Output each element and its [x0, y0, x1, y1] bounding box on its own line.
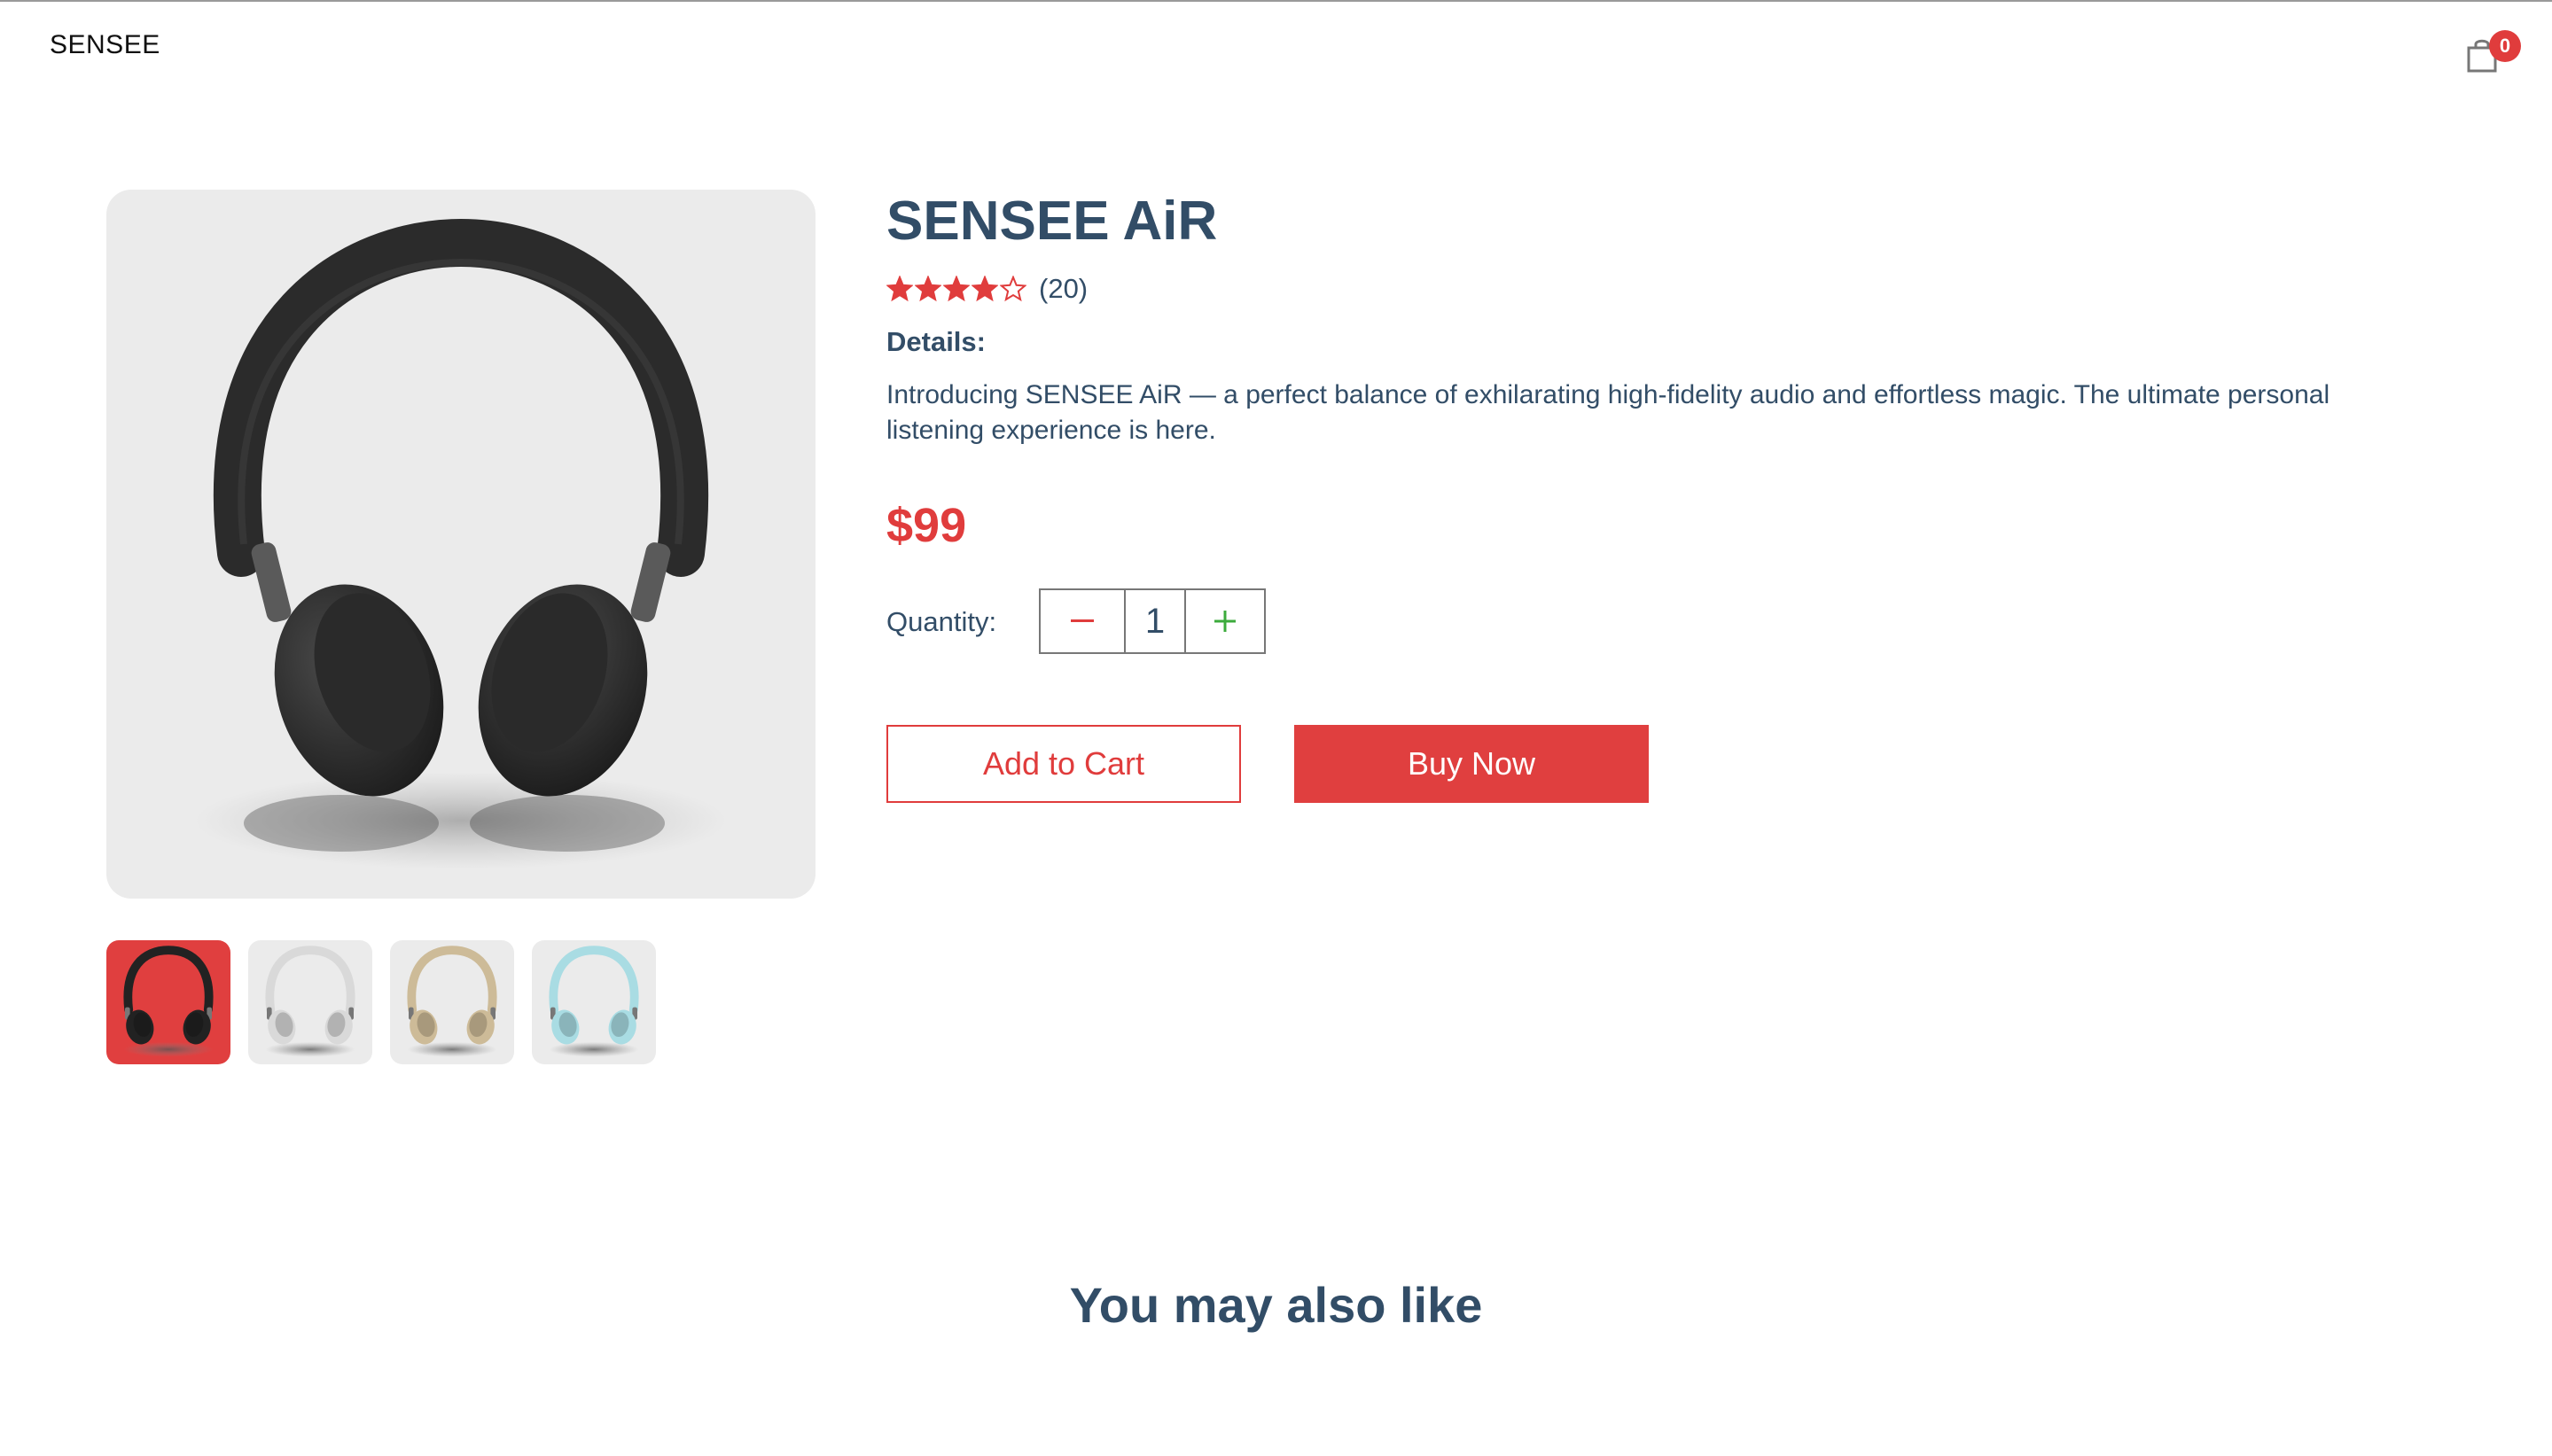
headphones-black-image [106, 940, 230, 1064]
quantity-label: Quantity: [886, 606, 997, 637]
quantity-value[interactable]: 1 [1126, 590, 1184, 652]
product-title: SENSEE AiR [886, 191, 1218, 252]
brand-logo[interactable]: SENSEE [50, 30, 160, 60]
product-main-image [106, 190, 816, 899]
details-heading: Details: [886, 326, 986, 357]
star-filled-icon [915, 276, 941, 302]
review-count[interactable]: (20) [1039, 273, 1088, 305]
cart-count-badge: 0 [2489, 30, 2521, 62]
star-filled-icon [886, 276, 913, 302]
thumbnail-beige[interactable] [390, 940, 514, 1064]
decrement-button[interactable] [1041, 590, 1126, 652]
thumbnail-light-blue[interactable] [532, 940, 656, 1064]
minus-icon [1071, 619, 1094, 622]
product-rating: (20) [886, 273, 1088, 305]
star-filled-icon [943, 276, 970, 302]
quantity-stepper: 1 [1039, 588, 1266, 654]
cart-button[interactable]: 0 [2455, 28, 2521, 82]
plus-icon [1214, 611, 1236, 632]
headphones-black-image [195, 218, 727, 869]
product-description: Introducing SENSEE AiR — a perfect balan… [886, 380, 2330, 445]
add-to-cart-button[interactable]: Add to Cart [886, 725, 1241, 803]
increment-button[interactable] [1184, 590, 1264, 652]
navbar: SENSEE 0 [0, 2, 2552, 90]
headphones-beige-image [390, 940, 514, 1064]
thumbnail-black[interactable] [106, 940, 230, 1064]
related-products-heading: You may also like [1069, 1277, 1483, 1333]
rating-stars [886, 276, 1028, 302]
product-price: $99 [886, 499, 967, 552]
star-outline-icon [1000, 276, 1026, 302]
buy-now-button[interactable]: Buy Now [1294, 725, 1649, 803]
thumbnail-white[interactable] [248, 940, 372, 1064]
headphones-light-blue-image [532, 940, 656, 1064]
star-filled-icon [972, 276, 998, 302]
headphones-white-image [248, 940, 372, 1064]
